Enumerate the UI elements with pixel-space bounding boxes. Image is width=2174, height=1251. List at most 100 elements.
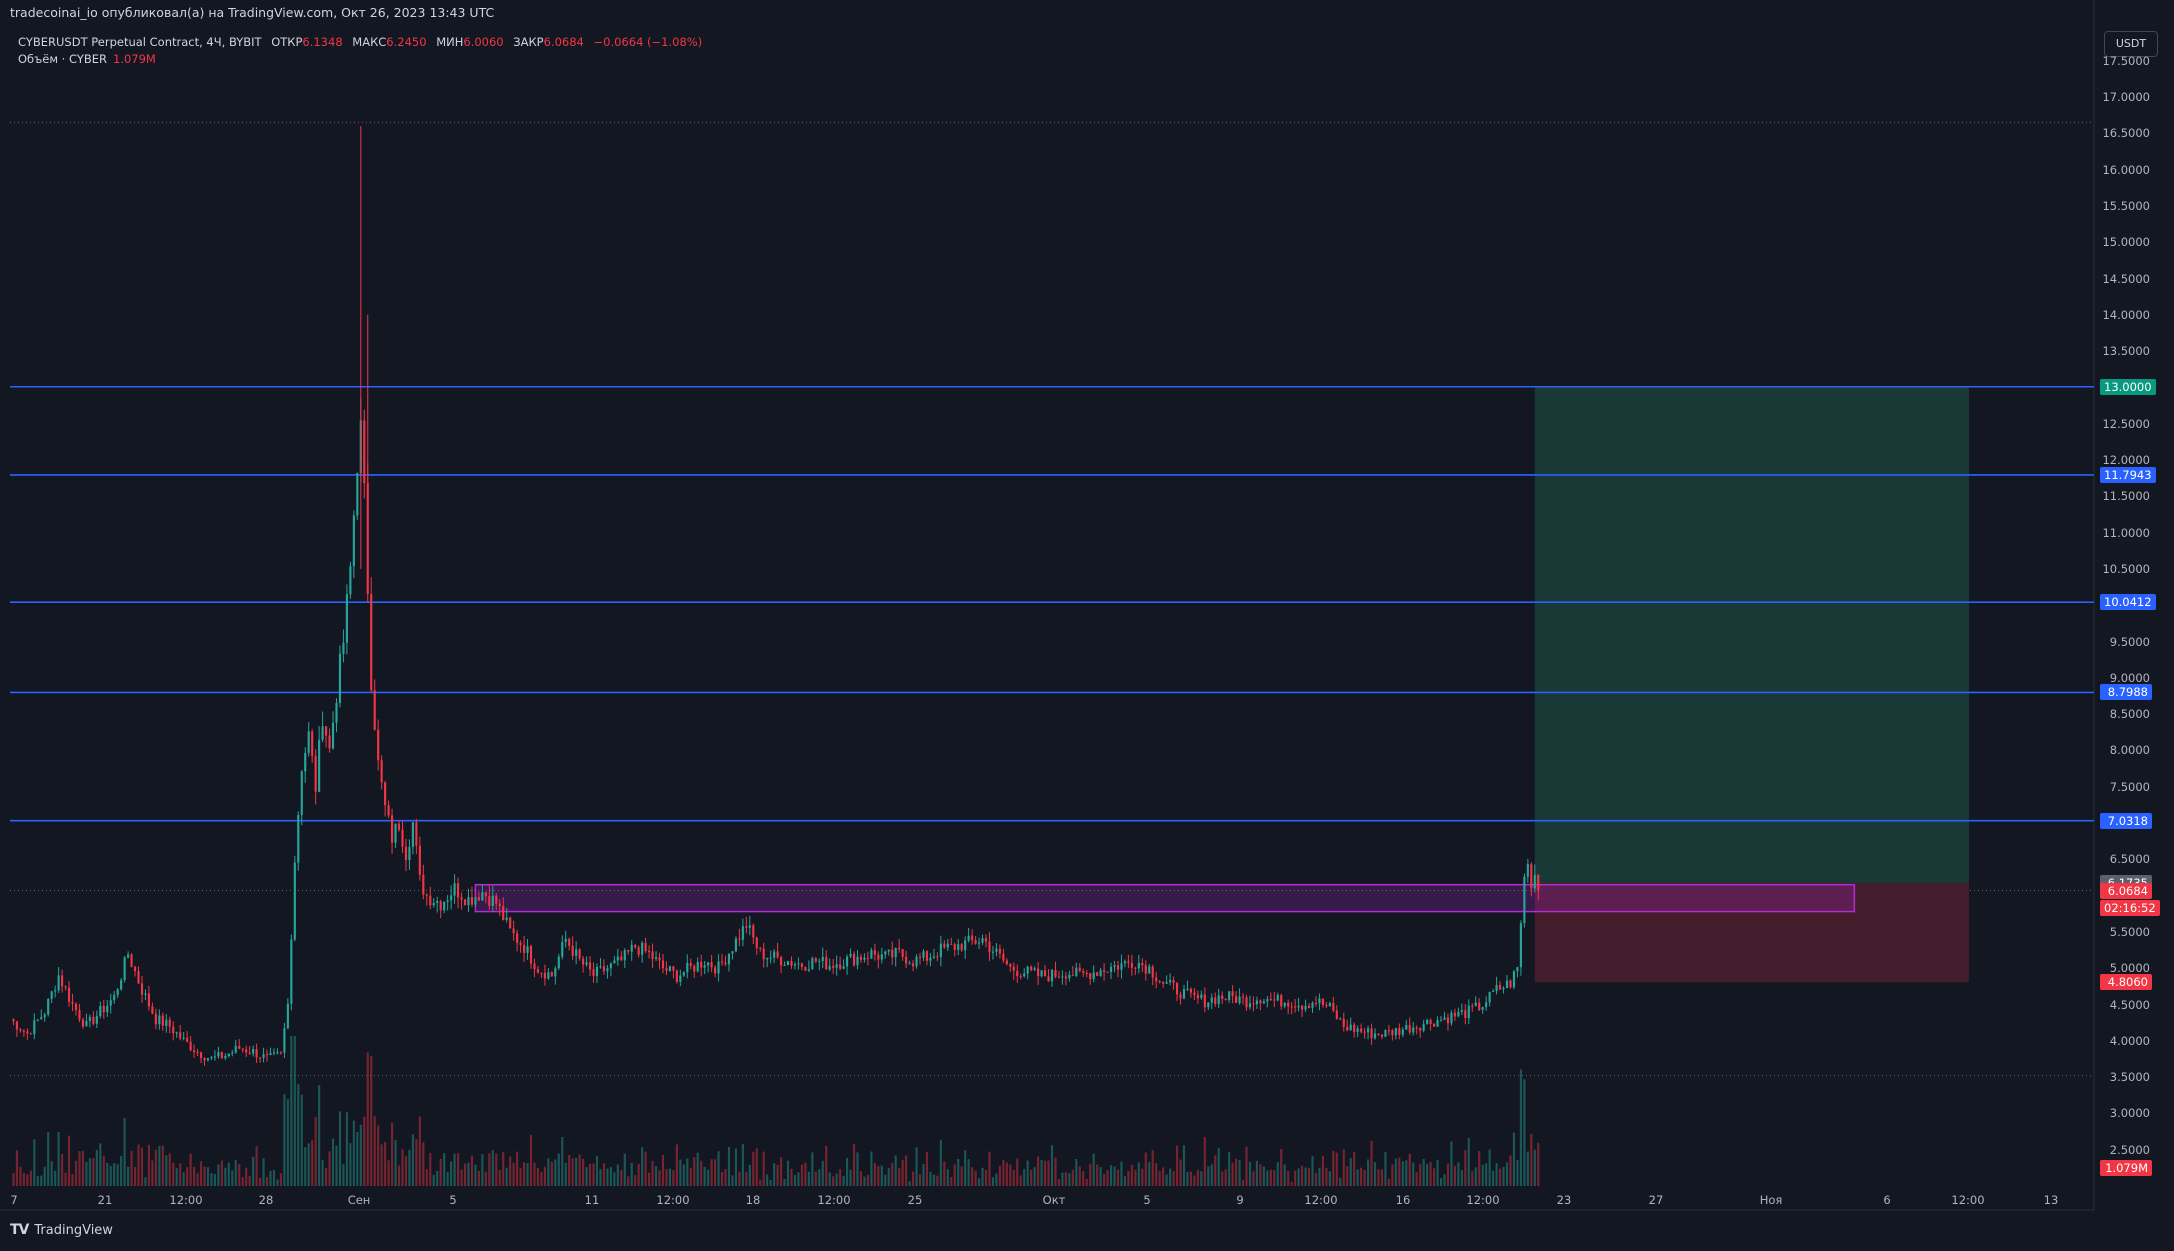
candle-body xyxy=(408,846,411,861)
volume-bar xyxy=(1283,1164,1286,1186)
volume-bar xyxy=(1391,1164,1394,1186)
volume-bar xyxy=(1276,1162,1279,1186)
volume-bar xyxy=(1505,1162,1509,1186)
volume-bar xyxy=(1394,1158,1397,1186)
time-tick-label: 12:00 xyxy=(169,1193,203,1207)
candle-body xyxy=(99,1005,102,1017)
volume-bar xyxy=(92,1158,95,1186)
volume-bar xyxy=(1439,1178,1443,1186)
candle-body xyxy=(144,993,147,995)
candle-body xyxy=(592,969,595,977)
volume-bar xyxy=(734,1148,738,1186)
candle-body xyxy=(939,943,942,958)
volume-bar xyxy=(1387,1178,1390,1186)
candle-body xyxy=(1266,999,1269,1002)
volume-bar xyxy=(950,1177,953,1186)
volume-bar xyxy=(641,1147,644,1186)
candle-body xyxy=(1304,1005,1307,1010)
candle-body xyxy=(1380,1034,1384,1037)
candle-body xyxy=(1276,995,1279,1001)
volume-bar xyxy=(845,1157,849,1186)
candle-body xyxy=(259,1057,262,1059)
candle-body xyxy=(925,951,929,961)
candle-body xyxy=(964,940,967,951)
volume-bar xyxy=(651,1161,654,1186)
candle-body xyxy=(1460,1010,1463,1012)
candle-body xyxy=(922,951,925,958)
time-tick-label: 18 xyxy=(745,1193,761,1207)
candle-body xyxy=(516,933,519,943)
candle-body xyxy=(1349,1024,1352,1031)
volume-bar xyxy=(1082,1171,1085,1186)
low-value: 6.0060 xyxy=(463,35,504,49)
candle-body xyxy=(1401,1029,1404,1035)
candle-body xyxy=(936,956,939,958)
symbol-title[interactable]: CYBERUSDT Perpetual Contract, 4Ч, BYBIT xyxy=(18,35,262,49)
candle-body xyxy=(648,951,651,953)
volume-bar xyxy=(1533,1149,1536,1186)
time-tick-label: Окт xyxy=(1042,1193,1066,1207)
candle-body xyxy=(995,948,998,952)
volume-bar xyxy=(877,1165,880,1186)
volume-bar xyxy=(1366,1159,1370,1186)
volume-bar xyxy=(1033,1167,1036,1186)
candle-body xyxy=(467,897,470,906)
volume-bar xyxy=(276,1179,279,1186)
price-chart[interactable] xyxy=(0,0,2174,1251)
volume-bar xyxy=(1474,1167,1477,1186)
candle-body xyxy=(717,961,720,974)
candle-body xyxy=(1537,874,1540,891)
candle-body xyxy=(227,1053,230,1057)
volume-bar xyxy=(526,1163,529,1186)
volume-bar xyxy=(644,1151,647,1186)
candle-body xyxy=(894,947,897,958)
candle-body xyxy=(50,991,53,999)
candle-body xyxy=(1259,1000,1262,1004)
volume-bar xyxy=(1509,1155,1512,1186)
candle-body xyxy=(755,937,758,949)
time-tick-label: 12:00 xyxy=(1951,1193,1985,1207)
candle-body xyxy=(654,957,658,959)
candle-body xyxy=(786,961,790,966)
tradingview-logo[interactable]: 𝗧𝗩 TradingView xyxy=(10,1222,113,1238)
volume-bar xyxy=(682,1164,685,1186)
volume-row: Объём · CYBER 1.079M xyxy=(18,51,702,68)
candle-body xyxy=(1363,1031,1366,1033)
candle-body xyxy=(1127,961,1130,963)
candle-body xyxy=(505,917,508,921)
candle-body xyxy=(276,1052,279,1054)
candle-body xyxy=(1089,973,1092,980)
volume-bar xyxy=(1467,1137,1470,1186)
volume-value: 1.079M xyxy=(113,52,156,66)
candle-body xyxy=(439,901,442,911)
price-tick-label: 12.0000 xyxy=(2102,453,2150,467)
volume-bar xyxy=(335,1145,338,1186)
volume-bar xyxy=(727,1146,731,1186)
volume-bar xyxy=(929,1171,932,1186)
candle-body xyxy=(512,928,515,934)
volume-bar xyxy=(776,1164,779,1186)
candle-body xyxy=(321,726,324,740)
candle-body xyxy=(578,949,581,959)
volume-label[interactable]: Объём · CYBER xyxy=(18,52,107,66)
volume-bar xyxy=(477,1170,480,1186)
candle-body xyxy=(324,726,328,736)
candle-body xyxy=(898,947,901,950)
candle-body xyxy=(1137,962,1140,969)
volume-bar xyxy=(116,1164,119,1186)
volume-bar xyxy=(620,1170,623,1186)
price-badge: 6.0684 xyxy=(2100,882,2152,899)
volume-bar xyxy=(585,1167,588,1186)
volume-bar xyxy=(1519,1069,1522,1186)
volume-bar xyxy=(1235,1158,1238,1186)
volume-bar xyxy=(404,1156,408,1186)
volume-bar xyxy=(1057,1179,1061,1186)
candle-body xyxy=(196,1052,199,1054)
candle-body xyxy=(1165,982,1168,984)
candle-body xyxy=(491,895,494,906)
volume-bar xyxy=(370,1056,373,1186)
candle-body xyxy=(19,1029,22,1031)
volume-bar xyxy=(321,1159,324,1186)
price-tick-label: 6.5000 xyxy=(2109,852,2150,867)
volume-bar xyxy=(1512,1132,1516,1186)
